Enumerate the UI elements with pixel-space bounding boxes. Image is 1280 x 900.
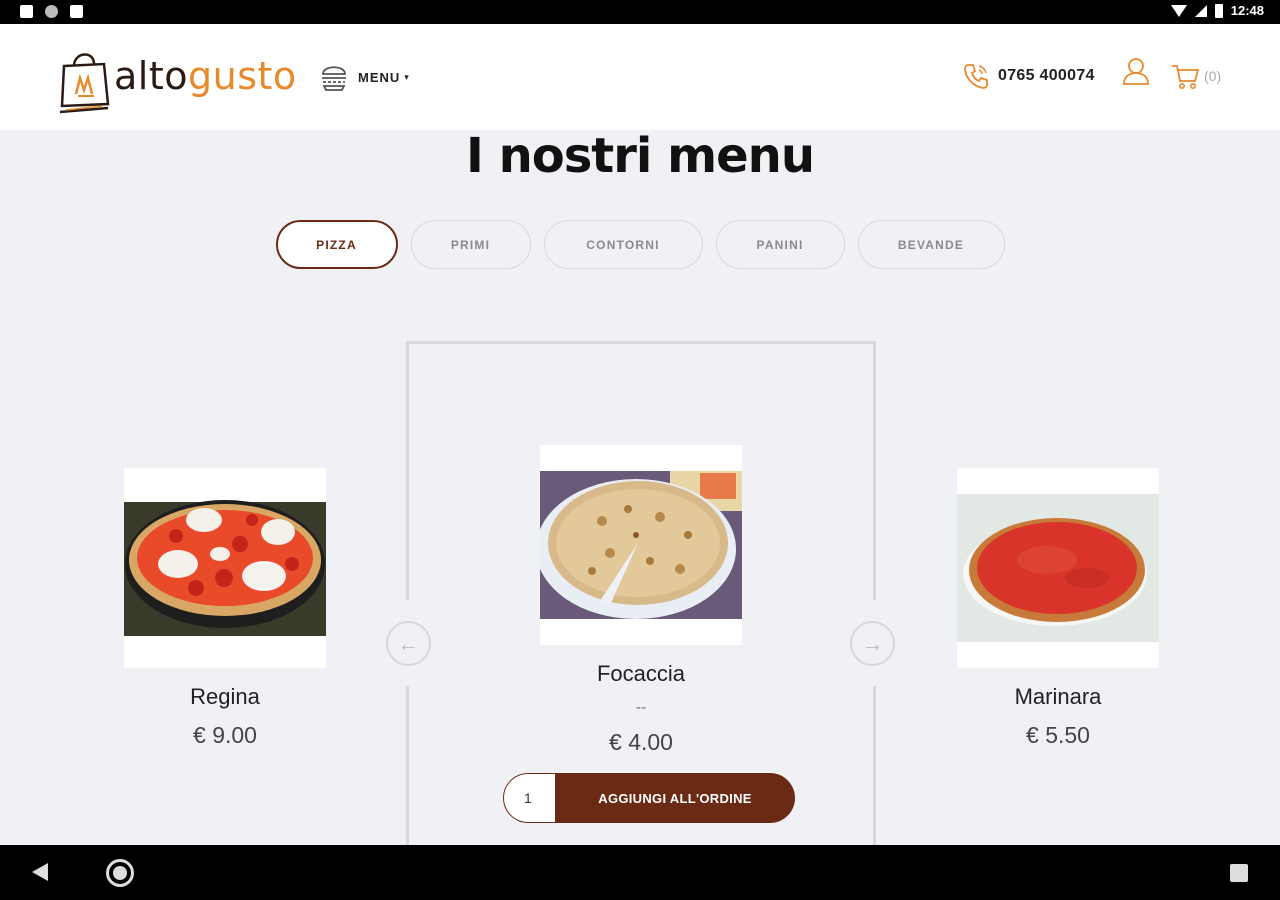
chevron-down-icon: ▾ [404,71,409,82]
product-price: € 9.00 [193,722,257,748]
product-name: Focaccia [596,661,686,686]
system-nav-bar [0,845,1280,900]
cart-count: (0) [1204,68,1222,84]
shopping-bag-icon [59,53,110,114]
arrow-right-icon: → [861,630,884,656]
user-account-icon[interactable] [1122,56,1150,86]
tab-bevande[interactable]: BEVANDE [857,220,1005,269]
logo-text-alto: alto [114,54,188,98]
cart-icon [1172,65,1200,89]
notification-icons [20,5,83,18]
tab-panini[interactable]: PANINI [715,220,845,269]
tab-primi[interactable]: PRIMI [410,220,531,269]
product-name: Regina [190,684,260,709]
phone-number: 0765 400074 [998,67,1095,84]
recent-apps-icon[interactable] [1230,864,1248,882]
carousel-prev-button[interactable]: ← [386,621,431,666]
page-title: I nostri menu [466,128,815,184]
arrow-left-icon: ← [397,630,420,656]
wifi-icon [1170,4,1187,17]
battery-icon [1214,3,1223,18]
tab-contorni[interactable]: CONTORNI [543,220,703,269]
product-card-regina[interactable]: Regina € 9.00 [124,468,326,749]
product-price: € 5.50 [1026,722,1090,748]
back-icon[interactable] [32,863,48,881]
site-header: altogusto MENU ▾ 0765 400074 (0) [0,24,1280,130]
pizza-regina-image [124,500,326,636]
focaccia-image [540,471,742,619]
category-tabs: PIZZA PRIMI CONTORNI PANINI BEVANDE [0,220,1280,269]
clock: 12:48 [1230,3,1264,18]
file-icon [70,5,83,18]
product-image-regina[interactable] [124,468,326,668]
product-card-focaccia[interactable]: Focaccia -- € 4.00 [540,445,742,756]
menu-label: MENU [358,69,401,85]
system-icons: 12:48 [1170,3,1264,18]
altogusto-logo[interactable]: altogusto [58,40,298,116]
cart-button[interactable]: (0) [1170,62,1221,90]
carousel-next-button[interactable]: → [850,621,895,666]
home-icon[interactable] [106,859,134,887]
product-image-marinara[interactable] [957,468,1159,668]
phone-contact[interactable]: 0765 400074 [962,62,1095,90]
product-image-focaccia[interactable] [540,445,742,645]
product-name: Marinara [1014,684,1102,709]
status-bar: 12:48 [0,0,1280,24]
logo-text-gusto: gusto [188,54,297,98]
menu-dropdown-button[interactable]: MENU ▾ [320,62,409,92]
tab-pizza[interactable]: PIZZA [275,220,398,269]
product-card-marinara[interactable]: Marinara € 5.50 [957,468,1159,749]
pizza-marinara-image [957,494,1159,642]
burger-icon [322,66,346,91]
sync-icon [45,5,58,18]
product-description: -- [635,699,647,716]
logo-wordmark: altogusto [114,54,297,98]
notification-icon [20,5,33,18]
product-price: € 4.00 [609,729,673,755]
signal-icon [1194,4,1207,17]
add-to-order-button[interactable]: AGGIUNGI ALL'ORDINE [555,773,795,823]
quantity-input[interactable]: 1 [503,773,555,823]
phone-icon [964,64,988,89]
add-to-order-form: 1 AGGIUNGI ALL'ORDINE [503,773,795,823]
